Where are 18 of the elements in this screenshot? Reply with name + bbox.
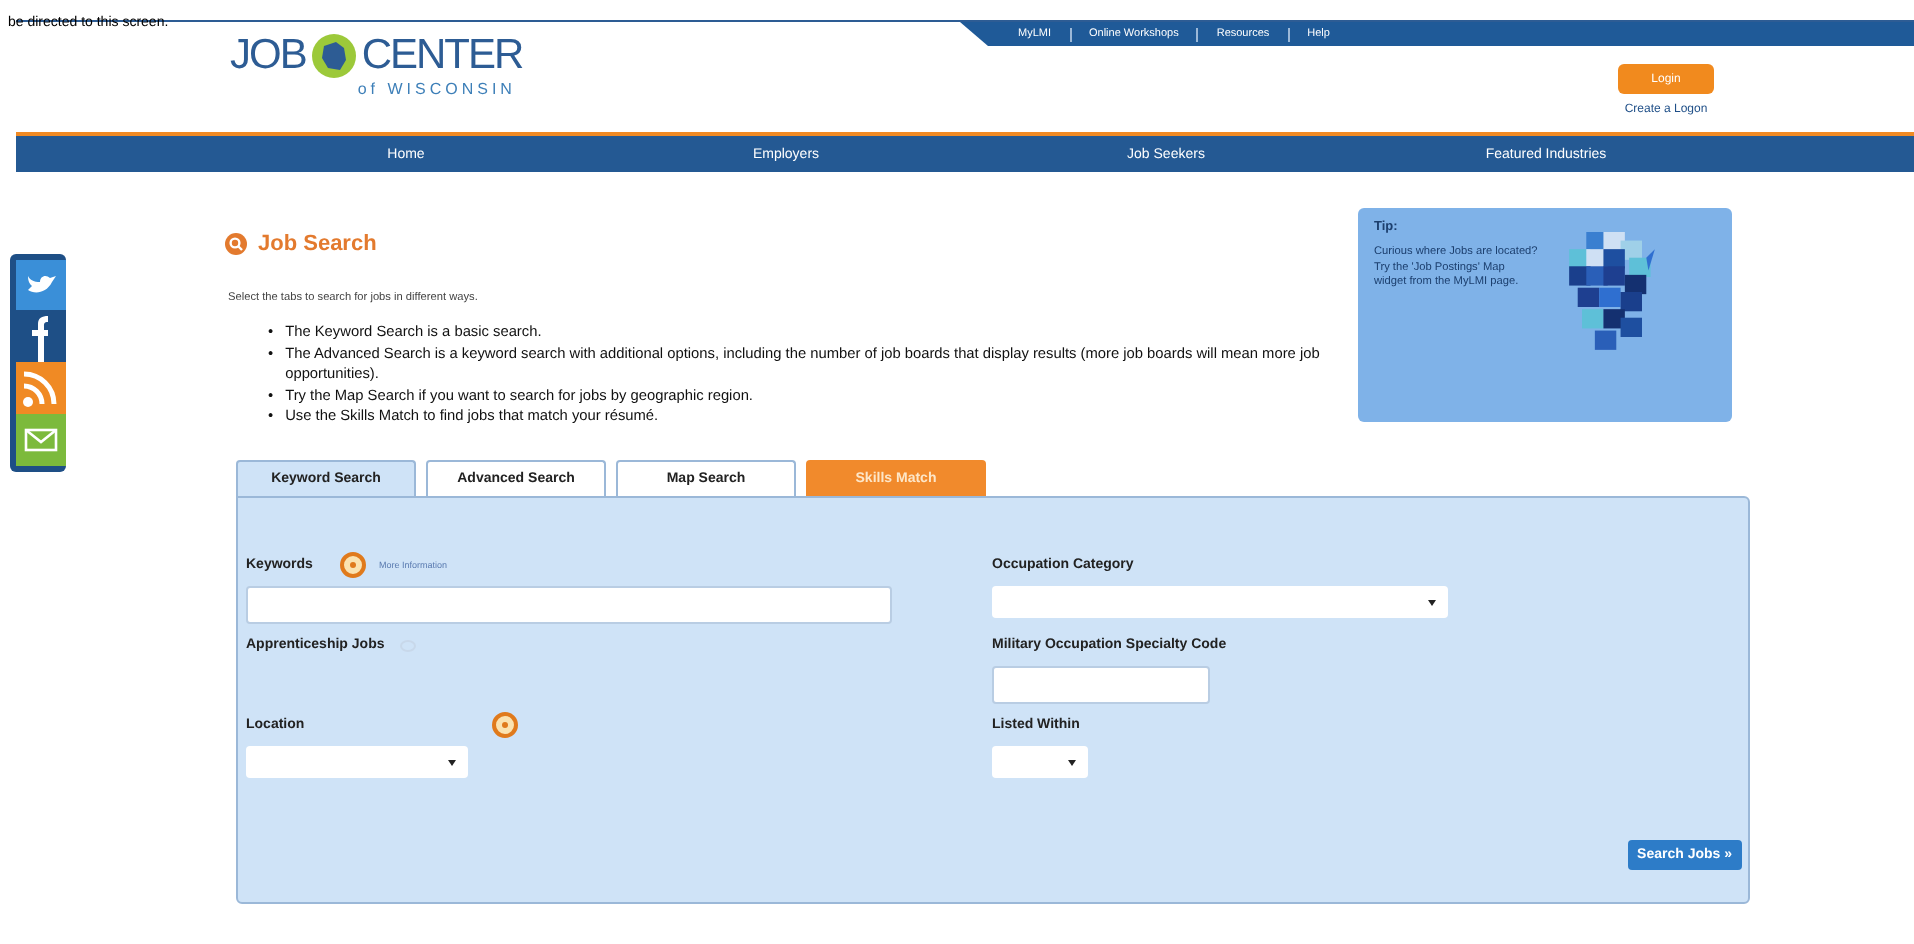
dropdown-field[interactable]	[992, 745, 1088, 777]
dropdown-caret-icon	[1068, 757, 1076, 765]
help-icon[interactable]	[340, 552, 367, 578]
globe-logo-icon	[309, 32, 358, 80]
dropdown-field[interactable]	[246, 745, 468, 777]
text-field[interactable]	[992, 665, 1210, 703]
logo-word: CENTER	[361, 32, 523, 80]
help-icon[interactable]	[492, 712, 519, 738]
envelope-icon[interactable]	[16, 414, 66, 466]
bird-icon[interactable]	[16, 260, 66, 310]
dropdown-caret-icon	[448, 757, 456, 765]
search-icon	[224, 232, 248, 256]
dropdown-caret-icon	[1428, 597, 1436, 605]
page-heading: Job Search	[258, 232, 377, 256]
dropdown-field[interactable]	[992, 585, 1448, 617]
logo-word: JOB	[230, 32, 306, 80]
text-field[interactable]	[246, 585, 892, 623]
logo-subtitle: of WISCONSIN	[357, 80, 518, 98]
